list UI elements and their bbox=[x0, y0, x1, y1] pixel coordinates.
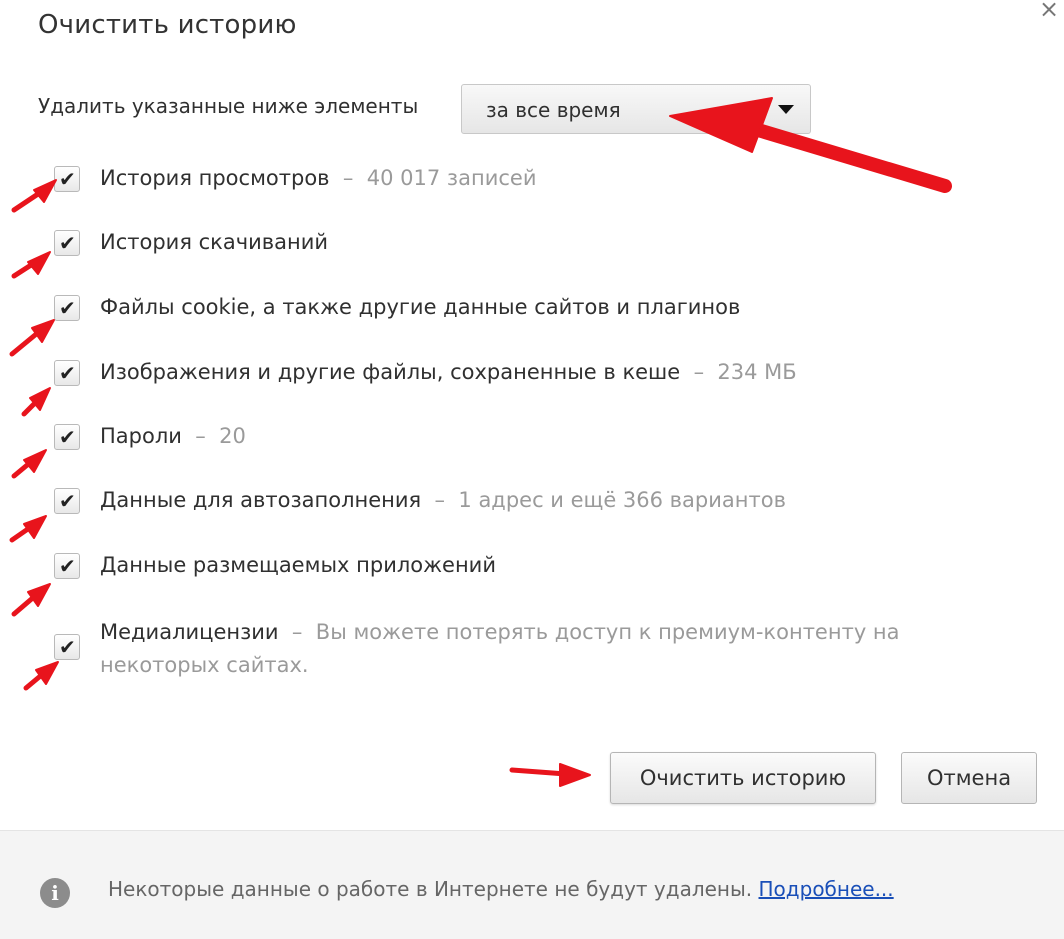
annotation-arrow-checkbox-5 bbox=[11, 453, 41, 479]
checkbox-autofill[interactable]: ✔ bbox=[54, 488, 80, 514]
learn-more-link[interactable]: Подробнее... bbox=[759, 877, 894, 901]
checkbox-download-history[interactable]: ✔ bbox=[54, 230, 80, 256]
option-detail: 20 bbox=[219, 424, 246, 448]
time-range-select[interactable]: за все время bbox=[461, 84, 811, 134]
clear-history-button[interactable]: Очистить историю bbox=[610, 752, 876, 804]
time-range-label: Удалить указанные ниже элементы bbox=[38, 94, 419, 118]
option-label: Медиалицензии bbox=[100, 620, 279, 644]
annotation-arrow-checkbox-2 bbox=[11, 255, 45, 279]
checkmark-icon: ✔ bbox=[59, 554, 76, 578]
checkmark-icon: ✔ bbox=[59, 167, 76, 191]
checkmark-icon: ✔ bbox=[59, 489, 76, 513]
annotation-arrow-clear-button-head bbox=[559, 763, 591, 787]
annotation-arrow-checkbox-4 bbox=[21, 393, 45, 417]
option-separator: – bbox=[693, 360, 705, 384]
checkmark-icon: ✔ bbox=[59, 296, 76, 320]
option-label: История скачиваний bbox=[100, 230, 329, 254]
option-detail: 1 адрес и ещё 366 вариантов bbox=[458, 488, 786, 512]
dialog-title: Очистить историю bbox=[38, 10, 297, 40]
option-separator: – bbox=[434, 488, 446, 512]
checkbox-browsing-history[interactable]: ✔ bbox=[54, 166, 80, 192]
option-label: Пароли bbox=[100, 424, 182, 448]
footer-note: Некоторые данные о работе в Интернете не… bbox=[108, 877, 753, 901]
dropdown-caret-icon bbox=[778, 105, 794, 114]
checkmark-icon: ✔ bbox=[59, 361, 76, 385]
annotation-arrow-checkbox-3 bbox=[9, 323, 49, 357]
checkmark-icon: ✔ bbox=[59, 231, 76, 255]
checkbox-passwords[interactable]: ✔ bbox=[54, 424, 80, 450]
option-detail: 40 017 записей bbox=[366, 166, 537, 190]
checkmark-icon: ✔ bbox=[59, 425, 76, 449]
option-label: История просмотров bbox=[100, 166, 330, 190]
info-icon: i bbox=[40, 878, 70, 908]
annotation-arrow-checkbox-1 bbox=[11, 183, 53, 213]
option-separator: – bbox=[342, 166, 354, 190]
annotation-arrow-clear-button bbox=[509, 767, 569, 777]
checkmark-icon: ✔ bbox=[59, 635, 76, 659]
clear-history-dialog: Очистить историю × Удалить указанные ниж… bbox=[0, 0, 1064, 939]
footer-info-bar: i Некоторые данные о работе в Интернете … bbox=[0, 830, 1064, 939]
checkbox-cookies[interactable]: ✔ bbox=[54, 295, 80, 321]
checkbox-hosted-app-data[interactable]: ✔ bbox=[54, 553, 80, 579]
annotation-arrow-checkbox-6 bbox=[9, 519, 41, 543]
checkbox-media-licenses[interactable]: ✔ bbox=[54, 634, 80, 660]
option-label: Файлы cookie, а также другие данные сайт… bbox=[100, 295, 741, 319]
time-range-value: за все время bbox=[486, 98, 621, 122]
cancel-button[interactable]: Отмена bbox=[901, 752, 1037, 804]
annotation-arrow-checkbox-7 bbox=[11, 587, 45, 617]
option-label: Изображения и другие файлы, сохраненные … bbox=[100, 360, 681, 384]
option-separator: – bbox=[291, 620, 303, 644]
option-label: Данные для автозаполнения bbox=[100, 488, 422, 512]
close-icon[interactable]: × bbox=[1034, 0, 1064, 22]
option-separator: – bbox=[195, 424, 206, 448]
annotation-arrow-checkbox-8 bbox=[23, 665, 53, 691]
option-detail: 234 МБ bbox=[717, 360, 797, 384]
checkbox-cached-files[interactable]: ✔ bbox=[54, 360, 80, 386]
option-label: Данные размещаемых приложений bbox=[100, 553, 496, 577]
